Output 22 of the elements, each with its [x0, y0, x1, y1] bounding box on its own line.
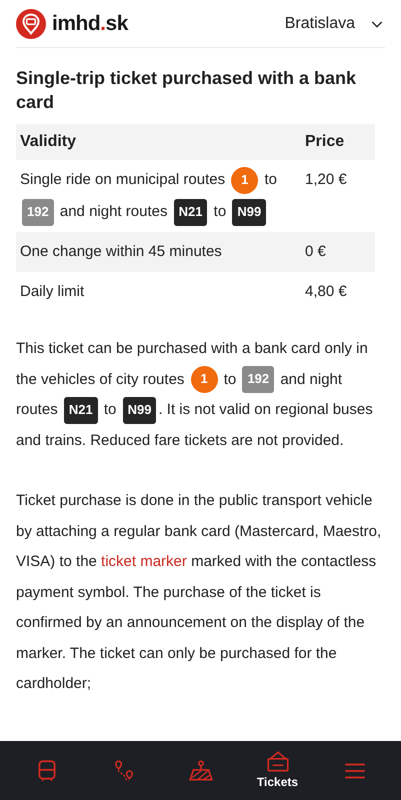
ticket-icon — [264, 748, 290, 774]
route-badge[interactable]: N99 — [122, 396, 156, 424]
page-title: Single-trip ticket purchased with a bank card — [16, 67, 358, 114]
route-badge[interactable]: N21 — [174, 198, 208, 226]
city-dropdown[interactable]: Bratislava — [284, 12, 385, 36]
map-icon — [188, 758, 214, 784]
column-header: Validity — [20, 132, 78, 152]
body-paragraph: Ticket purchase is done in the public transport vehicle by attaching a regular bank card (Mastercard, Maestro, VISA) to the ticket marker marked with the contactless payment symbol. The purchase of the ticket is confirmed by an announcement on the display of the marker. The ticket can only be purchased for the cardholder; — [16, 491, 382, 694]
logo-icon[interactable] — [16, 8, 46, 38]
logo-text[interactable]: imhd.sk — [52, 8, 128, 40]
table-cell: Single ride on municipal routes 1 to 192 and night routes N21 to N99 — [20, 164, 305, 228]
table-cell-text: Daily limit — [20, 282, 86, 302]
table-cell-text: 1,20 € — [305, 170, 348, 190]
table-cell-text: 4,80 € — [305, 282, 348, 302]
body-paragraph: This ticket can be purchased with a bank card only in the vehicles of city routes 1 to 192 and night routes N21 to N99 . It is not valid on regional buses and trains. Reduced fare tickets are not provided. — [16, 339, 374, 450]
route-badge[interactable]: N99 — [232, 198, 266, 226]
column-header: Price — [305, 132, 346, 152]
table-cell-text: 0 € — [305, 242, 327, 262]
ticket-marker-link[interactable]: ticket marker — [101, 553, 187, 570]
nav-tab[interactable]: Tickets — [242, 742, 312, 798]
table-cell-text: One change within 45 minutes — [20, 242, 223, 262]
route-badge[interactable]: N21 — [64, 396, 98, 424]
